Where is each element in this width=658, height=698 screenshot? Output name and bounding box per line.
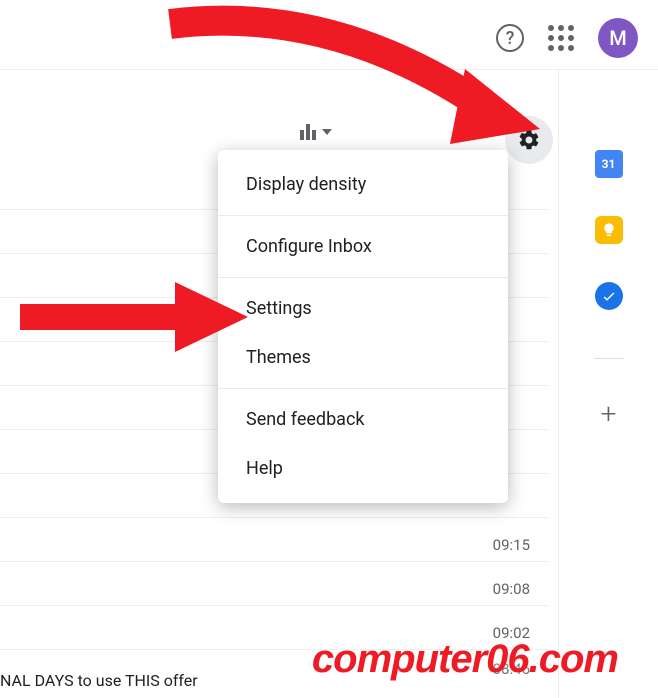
account-avatar[interactable]: M <box>598 18 638 58</box>
side-panel: 31 + <box>558 70 658 698</box>
menu-help[interactable]: Help <box>218 444 508 493</box>
settings-menu: Display density Configure Inbox Settings… <box>218 150 508 503</box>
menu-separator <box>218 215 508 216</box>
watermark: computer06.com <box>312 637 618 682</box>
apps-launcher-icon[interactable] <box>548 25 574 51</box>
mail-time: 09:08 <box>493 580 530 598</box>
tasks-icon[interactable] <box>595 282 623 310</box>
add-addon-button[interactable]: + <box>601 397 617 430</box>
mail-row[interactable] <box>0 518 548 562</box>
menu-settings[interactable]: Settings <box>218 284 508 333</box>
menu-send-feedback[interactable]: Send feedback <box>218 395 508 444</box>
calendar-icon[interactable]: 31 <box>595 150 623 178</box>
annotation-arrow-gear <box>150 0 550 164</box>
mail-snippet: NAL DAYS to use THIS offer <box>0 671 198 690</box>
menu-themes[interactable]: Themes <box>218 333 508 382</box>
annotation-arrow-settings <box>20 282 250 352</box>
mail-row[interactable] <box>0 562 548 606</box>
avatar-letter: M <box>609 26 627 50</box>
side-divider <box>594 358 624 359</box>
mail-time: 09:15 <box>493 536 530 554</box>
menu-configure-inbox[interactable]: Configure Inbox <box>218 222 508 271</box>
keep-icon[interactable] <box>595 216 623 244</box>
menu-separator <box>218 277 508 278</box>
menu-separator <box>218 388 508 389</box>
menu-display-density[interactable]: Display density <box>218 160 508 209</box>
